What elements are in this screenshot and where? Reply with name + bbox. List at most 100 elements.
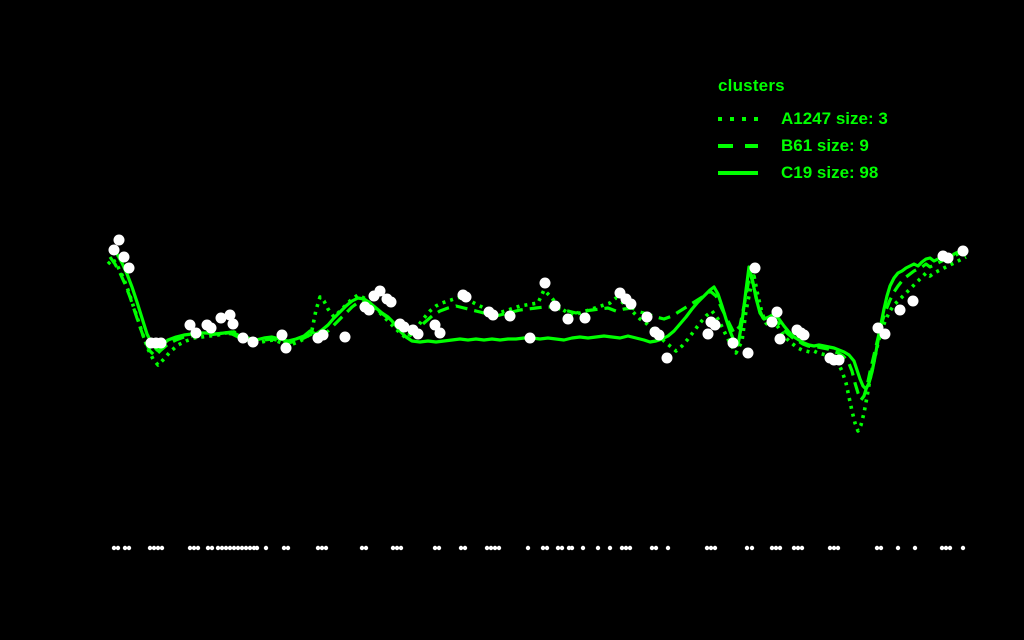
rug-point — [544, 545, 550, 551]
data-point-marker — [237, 332, 249, 344]
rug-point — [223, 545, 229, 551]
rug-point — [619, 545, 625, 551]
rug-point — [462, 545, 468, 551]
data-point-marker — [118, 251, 130, 263]
rug-point — [947, 545, 953, 551]
rug-point — [895, 545, 901, 551]
rug-point — [649, 545, 655, 551]
rug-point — [147, 545, 153, 551]
rug-point — [239, 545, 245, 551]
data-point-marker — [385, 296, 397, 308]
legend-item-label: B61 size: 9 — [781, 135, 869, 155]
rug-point — [912, 545, 918, 551]
rug-point — [215, 545, 221, 551]
rug-point — [712, 545, 718, 551]
rug-point — [195, 545, 201, 551]
data-point-marker — [524, 332, 536, 344]
data-point-marker — [434, 327, 446, 339]
rug-point — [122, 545, 128, 551]
rug-point — [254, 545, 260, 551]
rug-point — [939, 545, 945, 551]
data-point-marker — [487, 309, 499, 321]
solid-line-key-icon — [718, 170, 758, 175]
rug-point — [749, 545, 755, 551]
rug-point — [235, 545, 241, 551]
rug-point — [263, 545, 269, 551]
legend: clusters A1247 size: 3 B61 size: 9 C19 s… — [718, 76, 888, 186]
rug-point — [835, 545, 841, 551]
rug-point — [791, 545, 797, 551]
series-line-c19 — [110, 245, 967, 391]
rug-point — [777, 545, 783, 551]
rug-point — [115, 545, 121, 551]
rug-point — [155, 545, 161, 551]
rug-point — [744, 545, 750, 551]
rug-point — [874, 545, 880, 551]
data-point-marker — [247, 336, 259, 348]
rug-point — [488, 545, 494, 551]
data-point-marker — [280, 342, 292, 354]
rug-point — [126, 545, 132, 551]
data-point-marker — [766, 316, 778, 328]
data-point-marker — [942, 252, 954, 264]
data-point-marker — [879, 328, 891, 340]
rug-point — [432, 545, 438, 551]
rug-point — [394, 545, 400, 551]
legend-item-b61: B61 size: 9 — [718, 132, 888, 159]
rug-point — [151, 545, 157, 551]
data-point-marker — [749, 262, 761, 274]
rug-point — [623, 545, 629, 551]
rug-point — [799, 545, 805, 551]
rug-point — [665, 545, 671, 551]
rug-point — [231, 545, 237, 551]
data-point-marker — [579, 312, 591, 324]
data-point-marker — [205, 322, 217, 334]
data-point-marker — [727, 337, 739, 349]
data-point-marker — [504, 310, 516, 322]
rug-point — [323, 545, 329, 551]
data-point-marker — [123, 262, 135, 274]
rug-point — [525, 545, 531, 551]
rug-point — [359, 545, 365, 551]
rug-point — [458, 545, 464, 551]
rug-point — [484, 545, 490, 551]
data-point-marker — [625, 298, 637, 310]
rug-point — [227, 545, 233, 551]
data-point-marker — [771, 306, 783, 318]
data-point-marker — [363, 304, 375, 316]
rug-point — [580, 545, 586, 551]
rug-point — [607, 545, 613, 551]
rug-point — [653, 545, 659, 551]
rug-point — [319, 545, 325, 551]
rug-point — [960, 545, 966, 551]
rug-point — [191, 545, 197, 551]
rug-point — [704, 545, 710, 551]
data-point-marker — [155, 337, 167, 349]
data-point-marker — [641, 311, 653, 323]
rug-point — [795, 545, 801, 551]
data-point-marker — [894, 304, 906, 316]
rug-point — [315, 545, 321, 551]
data-point-marker — [702, 328, 714, 340]
data-point-marker — [412, 328, 424, 340]
rug-point — [943, 545, 949, 551]
rug-point — [769, 545, 775, 551]
rug-point — [247, 545, 253, 551]
rug-point — [363, 545, 369, 551]
data-point-marker — [562, 313, 574, 325]
rug-point — [281, 545, 287, 551]
data-point-marker — [833, 354, 845, 366]
rug-point — [187, 545, 193, 551]
data-point-marker — [190, 327, 202, 339]
rug-point — [398, 545, 404, 551]
rug-point — [205, 545, 211, 551]
rug-point — [285, 545, 291, 551]
rug-point — [878, 545, 884, 551]
rug-point — [159, 545, 165, 551]
rug-point — [831, 545, 837, 551]
data-point-marker — [460, 291, 472, 303]
data-point-marker — [108, 244, 120, 256]
legend-item-label: A1247 size: 3 — [781, 108, 888, 128]
data-point-marker — [798, 329, 810, 341]
rug-point — [219, 545, 225, 551]
